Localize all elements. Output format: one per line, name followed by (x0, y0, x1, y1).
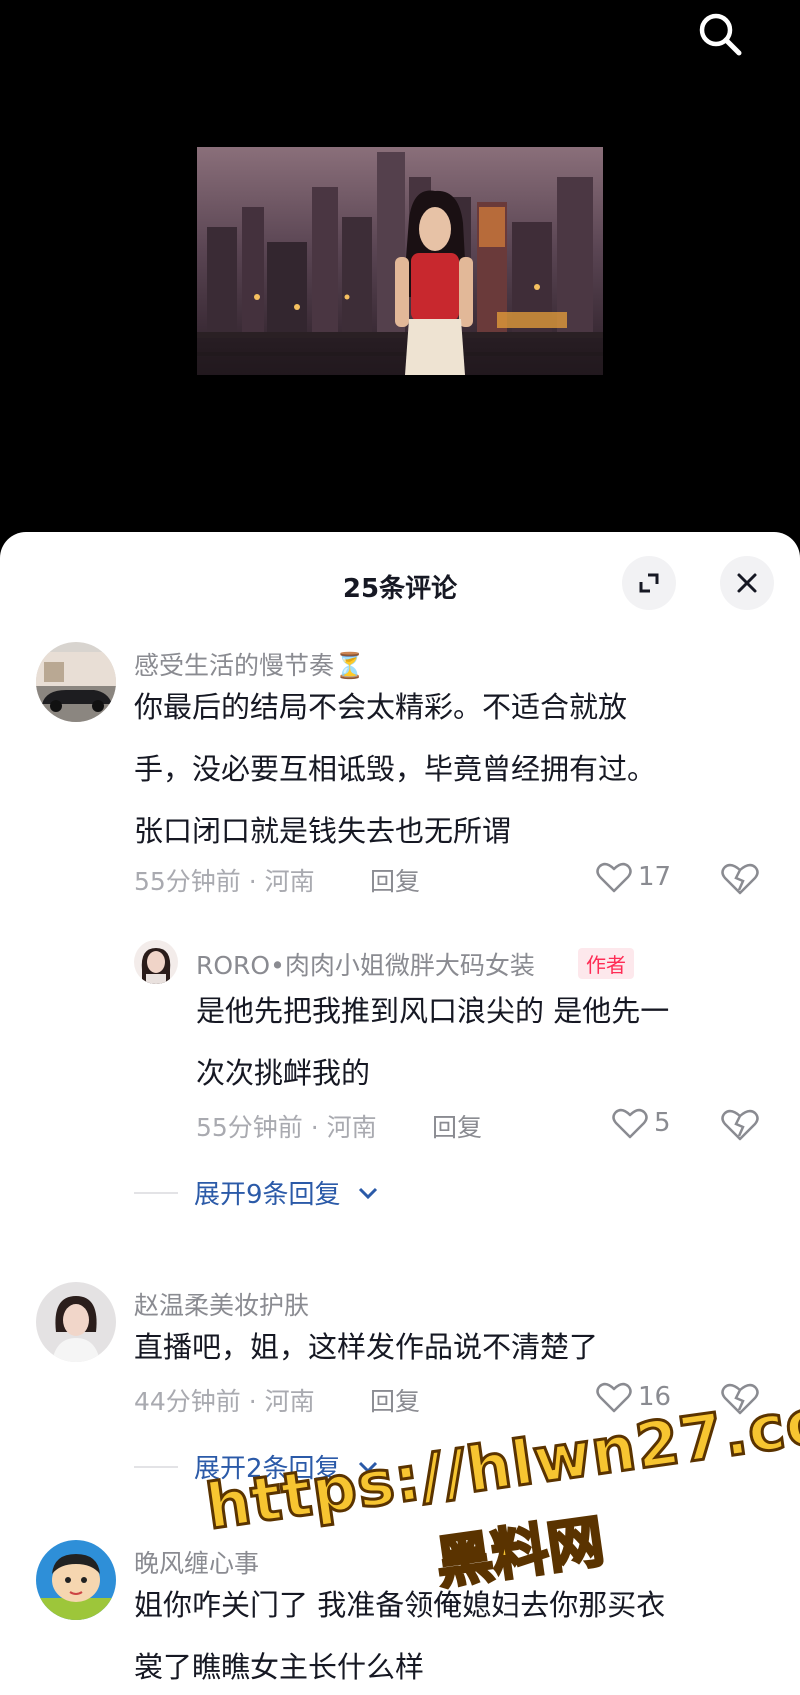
avatar[interactable] (36, 1540, 116, 1620)
comment-text: 直播吧，姐，这样发作品说不清楚了 (134, 1316, 598, 1378)
heart-icon (612, 1108, 648, 1139)
reply-button[interactable]: 回复 (370, 1382, 420, 1418)
expand-replies-button[interactable]: 展开9条回复 (134, 1174, 379, 1211)
comment-text: 你最后的结局不会太精彩。不适合就放 手，没必要互相诋毁，毕竟曾经拥有过。 张口闭… (134, 676, 656, 862)
comment-text-line: 你最后的结局不会太精彩。不适合就放 (134, 690, 628, 724)
search-icon (699, 13, 742, 56)
reply-button[interactable]: 回复 (370, 862, 420, 898)
avatar-woman-image (36, 1282, 116, 1362)
comments-count-title: 25条评论 (342, 574, 458, 604)
avatar-cartoon-image (36, 1540, 116, 1620)
watermark-name: 黑料网 (431, 1508, 609, 1599)
divider (134, 1191, 178, 1194)
expand-replies-label: 展开9条回复 (194, 1180, 341, 1210)
reply-text-line: 次次挑衅我的 (196, 1056, 371, 1090)
like-button[interactable]: 5 (612, 1106, 671, 1140)
comment-meta: 55分钟前 · 河南 (134, 867, 315, 896)
reply-button[interactable]: 回复 (432, 1108, 482, 1144)
like-count: 5 (654, 1108, 671, 1138)
chevron-down-icon (358, 1187, 377, 1199)
avatar-car-image (36, 642, 116, 722)
broken-heart-icon (721, 1109, 759, 1141)
avatar-woman-image (134, 940, 178, 984)
reply-meta: 55分钟前 · 河南 (196, 1113, 377, 1142)
avatar[interactable] (36, 642, 116, 722)
comment-text-line: 裳了瞧瞧女主长什么样 (134, 1650, 425, 1684)
expand-icon (639, 573, 659, 593)
search-button[interactable] (692, 6, 748, 62)
reply-text: 是他先把我推到风口浪尖的 是他先一 次次挑衅我的 (196, 980, 669, 1104)
author-badge: 作者 (578, 948, 634, 979)
reply-text-line: 是他先把我推到风口浪尖的 是他先一 (196, 994, 670, 1028)
video-area[interactable] (0, 0, 800, 540)
reply-username[interactable]: RORO•肉肉小姐微胖大码女装 (196, 946, 535, 982)
comment-text-line: 手，没必要互相诋毁，毕竟曾经拥有过。 (134, 752, 657, 786)
comment-meta: 44分钟前 · 河南 (134, 1387, 315, 1416)
close-button[interactable] (720, 556, 774, 610)
divider (134, 1465, 178, 1468)
close-icon (737, 573, 757, 593)
dislike-button[interactable] (720, 860, 760, 900)
expand-button[interactable] (622, 556, 676, 610)
broken-heart-icon (721, 863, 759, 895)
like-button[interactable]: 17 (596, 860, 671, 894)
comment-text-line: 张口闭口就是钱失去也无所谓 (134, 814, 512, 848)
like-count: 17 (638, 862, 672, 892)
avatar[interactable] (134, 940, 178, 984)
video-thumbnail[interactable] (197, 147, 603, 375)
city-night-scene (197, 152, 603, 375)
heart-icon (596, 862, 632, 893)
avatar[interactable] (36, 1282, 116, 1362)
dislike-button[interactable] (720, 1106, 760, 1146)
comment-text-line: 直播吧，姐，这样发作品说不清楚了 (134, 1330, 599, 1364)
